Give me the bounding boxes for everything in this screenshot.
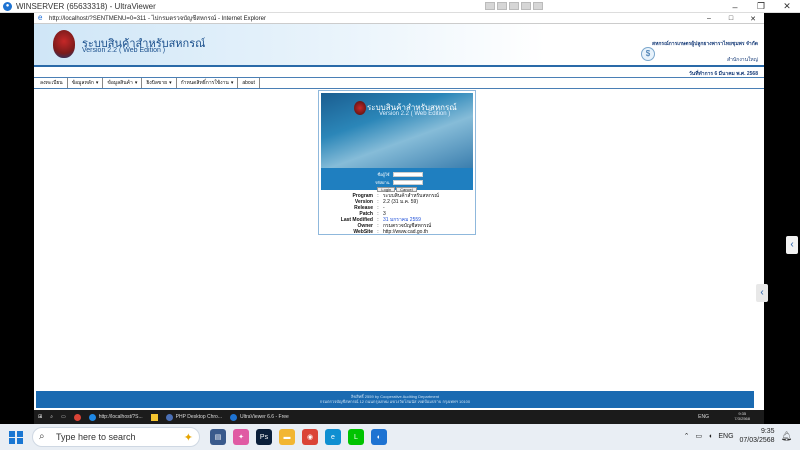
ultraviewer-icon[interactable]: ◐: [371, 429, 387, 445]
tray-overflow-icon[interactable]: ⌃: [684, 432, 690, 440]
main-menu: ลงทะเบียน ข้อมูลหลัก ▾ ข้อมูลสินค้า ▾ ยิงบ…: [34, 77, 764, 89]
login-button[interactable]: Login: [377, 187, 396, 192]
remote-chrome-icon[interactable]: [70, 410, 85, 424]
volume-icon[interactable]: ◖: [708, 433, 712, 440]
remote-task-ultraviewer[interactable]: UltraViewer 6.6 - Free: [226, 410, 293, 424]
website-link[interactable]: http://www.cad.go.th: [383, 229, 473, 235]
php-icon: [165, 413, 173, 421]
ie-titlebar: e http://localhost/?SENTMENU=0=311 - ไปก…: [34, 13, 764, 24]
uv-icon: [230, 413, 237, 421]
screen-toolbar-button[interactable]: [533, 2, 543, 10]
uv-close-button[interactable]: ✕: [774, 0, 800, 13]
ie-minimize-button[interactable]: –: [698, 13, 720, 24]
notification-bell-icon[interactable]: 🔔︎: [781, 431, 792, 442]
ultraviewer-toolbar: [485, 2, 543, 10]
ie-icon: [88, 413, 96, 421]
username-input[interactable]: [392, 172, 423, 177]
working-date: วันที่ทำการ 6 มีนาคม พ.ศ. 2568: [688, 71, 758, 77]
remote-search-icon[interactable]: ⌕: [46, 410, 57, 424]
language-indicator[interactable]: ENG: [718, 433, 733, 440]
system-tray: ⌃ ▭ ◖ ENG 9:35 07/03/2568 🔔︎: [684, 427, 792, 445]
search-placeholder: Type here to search: [56, 432, 136, 442]
edge-icon[interactable]: e: [325, 429, 341, 445]
password-input[interactable]: [392, 180, 423, 185]
sparkle-icon: ✦: [183, 431, 193, 444]
hero-version: Version 2.2 ( Web Edition ): [379, 111, 451, 117]
login-hero-image: ระบบสินค้าสำหรับสหกรณ์ Version 2.2 ( Web…: [321, 93, 473, 168]
info-row: WebSite: http://www.cad.go.th: [321, 229, 473, 235]
cancel-button[interactable]: Cancel: [396, 187, 417, 192]
caret-down-icon: ▾: [95, 80, 99, 86]
coin-icon: $: [641, 47, 655, 61]
screen-toolbar-button[interactable]: [485, 2, 495, 10]
organization-name: สหกรณ์การเกษตรผู้ปลูกยางพาราไทยชุมพร จำก…: [652, 41, 758, 47]
password-label: รหัสผ่าน: [374, 180, 390, 185]
coop-seal-logo: [354, 101, 366, 115]
login-form: ชื่อผู้ใช้ รหัสผ่าน Login Cancel: [321, 168, 473, 192]
caret-down-icon: ▾: [230, 80, 234, 86]
remote-taskbar: ⊞ ⌕ ▭ http://localhost/?S... PHP Desktop…: [34, 410, 764, 424]
windows-taskbar: ⌕ Type here to search ✦ ▤ ✦ Ps ▬ ◉ e L ◐ ⌃ ▭ ◖ …: [0, 424, 800, 450]
line-icon[interactable]: L: [348, 429, 364, 445]
menu-item-register[interactable]: ลงทะเบียน: [36, 78, 68, 88]
windows-start-button[interactable]: [4, 426, 26, 448]
login-card: ระบบสินค้าสำหรับสหกรณ์ Version 2.2 ( Web…: [318, 90, 476, 235]
site-footer: ลิขสิทธิ์ 2559 by Cooperative Auditing D…: [36, 391, 754, 408]
remote-start-button[interactable]: ⊞: [34, 410, 46, 424]
site-banner: ระบบสินค้าสำหรับสหกรณ์ Version 2.2 ( Web…: [34, 24, 764, 77]
screen-toolbar-button[interactable]: [497, 2, 507, 10]
coop-seal-logo: [53, 30, 75, 58]
program-info: Program: ระบบสินค้าสำหรับสหกรณ์ Version:2…: [321, 193, 473, 235]
username-label: ชื่อผู้ใช้: [377, 172, 390, 177]
menu-item-master-data[interactable]: ข้อมูลหลัก ▾: [68, 78, 104, 88]
ie-window-title: http://localhost/?SENTMENU=0=311 - ไปกรม…: [49, 16, 266, 22]
ultraviewer-window-title: WINSERVER (65633318) - UltraViewer: [16, 1, 156, 11]
remote-task-ie[interactable]: http://localhost/?S...: [85, 410, 147, 424]
taskbar-search-box[interactable]: ⌕ Type here to search ✦: [32, 427, 200, 447]
screen-toolbar-button[interactable]: [521, 2, 531, 10]
system-version: Version 2.2 ( Web Edition ): [82, 47, 166, 54]
files-app-icon[interactable]: ▤: [210, 429, 226, 445]
folder-icon: [150, 413, 158, 421]
pinned-apps: ▤ ✦ Ps ▬ ◉ e L ◐: [210, 429, 387, 445]
remote-clock[interactable]: 9:35 7/3/2568: [734, 411, 750, 421]
caret-down-icon: ▾: [134, 80, 138, 86]
branch-name: สำนักงานใหญ่: [727, 57, 758, 63]
search-icon: ⌕: [39, 431, 45, 442]
remote-task-folder[interactable]: [147, 410, 162, 424]
file-explorer-icon[interactable]: ▬: [279, 429, 295, 445]
remote-task-php[interactable]: PHP Desktop Chro...: [162, 410, 226, 424]
ultraviewer-logo-icon: ●: [3, 1, 12, 11]
caret-down-icon: ▾: [169, 80, 172, 86]
colorful-app-icon[interactable]: ✦: [233, 429, 249, 445]
side-panel-expand-icon[interactable]: ‹: [786, 236, 798, 254]
photoshop-icon[interactable]: Ps: [256, 429, 272, 445]
uv-minimize-button[interactable]: –: [722, 0, 748, 13]
chrome-icon[interactable]: ◉: [302, 429, 318, 445]
screen-toolbar-button[interactable]: [509, 2, 519, 10]
network-icon[interactable]: ▭: [695, 432, 702, 440]
ie-maximize-button[interactable]: □: [720, 13, 742, 24]
ie-close-button[interactable]: ✕: [742, 13, 764, 24]
remote-language-indicator[interactable]: ENG: [698, 414, 709, 420]
side-panel-collapse-icon[interactable]: ‹: [756, 284, 768, 302]
menu-item-about[interactable]: about: [238, 78, 260, 88]
menu-item-permissions[interactable]: กำหนดสิทธิ์การใช้งาน ▾: [177, 78, 239, 88]
remote-taskview-icon[interactable]: ▭: [57, 410, 70, 424]
footer-address: กรมตรวจบัญชีสหกรณ์ 12 ถนนกรุงเกษม แขวงวั…: [319, 399, 471, 404]
taskbar-clock[interactable]: 9:35 07/03/2568: [740, 427, 775, 445]
uv-restore-button[interactable]: ❐: [748, 0, 774, 13]
ie-icon: e: [38, 13, 43, 22]
ultraviewer-titlebar: ● WINSERVER (65633318) - UltraViewer – ❐…: [0, 0, 800, 13]
ie-window: e http://localhost/?SENTMENU=0=311 - ไปก…: [34, 13, 764, 410]
menu-item-sales[interactable]: ยิงบิลขาย ▾: [142, 78, 177, 88]
menu-item-product-data[interactable]: ข้อมูลสินค้า ▾: [103, 78, 143, 88]
